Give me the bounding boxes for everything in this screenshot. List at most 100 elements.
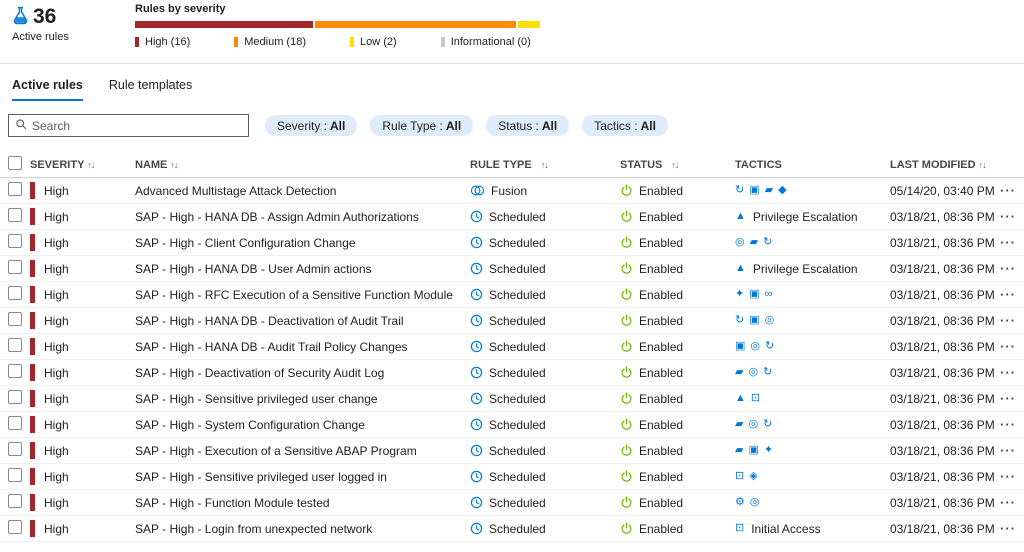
row-checkbox[interactable] (8, 286, 22, 300)
row-more-button[interactable]: ··· (1000, 183, 1016, 198)
rule-type-label: Scheduled (489, 496, 546, 510)
rule-name: SAP - High - Login from unexpected netwo… (135, 522, 470, 536)
row-checkbox[interactable] (8, 312, 22, 326)
column-header-status[interactable]: STATUS↑↓ (620, 159, 735, 171)
row-checkbox[interactable] (8, 416, 22, 430)
row-more-button[interactable]: ··· (1000, 287, 1016, 302)
camera-icon: ▣ (735, 341, 745, 352)
filter-tactics[interactable]: Tactics :All (582, 115, 668, 136)
legend-swatch (234, 37, 238, 47)
severity-indicator (30, 312, 35, 329)
select-all-checkbox[interactable] (8, 156, 22, 170)
column-header-name[interactable]: NAME↑↓ (135, 159, 470, 171)
row-checkbox[interactable] (8, 234, 22, 248)
eye-icon: ◎ (748, 419, 758, 430)
severity-segment-low-2 (518, 21, 540, 28)
row-checkbox[interactable] (8, 468, 22, 482)
column-header-tactics[interactable]: TACTICS (735, 159, 890, 171)
key-icon: ✦ (735, 289, 744, 300)
row-more-button[interactable]: ··· (1000, 339, 1016, 354)
severity-indicator (30, 416, 35, 433)
table-row[interactable]: HighSAP - High - Execution of a Sensitiv… (0, 438, 1024, 464)
column-label: STATUS (620, 159, 662, 171)
severity-indicator (30, 338, 35, 355)
row-more-button[interactable]: ··· (1000, 235, 1016, 250)
row-checkbox[interactable] (8, 364, 22, 378)
row-more-button[interactable]: ··· (1000, 313, 1016, 328)
severity-label: High (44, 522, 69, 536)
power-status-icon (620, 210, 633, 223)
legend-item-medium-18: Medium (18) (234, 36, 306, 48)
folder-icon: ▰ (735, 367, 743, 378)
filter-severity[interactable]: Severity :All (265, 115, 357, 136)
sort-icon: ↑↓ (87, 160, 94, 170)
column-header-rule-type[interactable]: RULE TYPE↑↓ (470, 159, 620, 171)
table-row[interactable]: HighSAP - High - HANA DB - Audit Trail P… (0, 334, 1024, 360)
row-more-button[interactable]: ··· (1000, 417, 1016, 432)
table-row[interactable]: HighAdvanced Multistage Attack Detection… (0, 178, 1024, 204)
column-header-last-modified[interactable]: LAST MODIFIED↑↓ (890, 159, 1000, 171)
severity-indicator (30, 468, 35, 485)
severity-label: High (44, 288, 69, 302)
scheduled-clock-icon (470, 470, 483, 483)
row-checkbox[interactable] (8, 442, 22, 456)
table-row[interactable]: HighSAP - High - Sensitive privileged us… (0, 464, 1024, 490)
severity-label: High (44, 314, 69, 328)
search-input[interactable] (32, 119, 242, 133)
search-box[interactable] (8, 114, 249, 137)
row-more-button[interactable]: ··· (1000, 209, 1016, 224)
power-status-icon (620, 262, 633, 275)
camera-icon: ▣ (748, 445, 758, 456)
analytics-rules-page: 36 Active rules Rules by severity High (… (0, 0, 1024, 542)
row-checkbox[interactable] (8, 260, 22, 274)
row-checkbox[interactable] (8, 182, 22, 196)
power-status-icon (620, 366, 633, 379)
scheduled-clock-icon (470, 288, 483, 301)
rule-type-label: Scheduled (489, 444, 546, 458)
rule-name: SAP - High - HANA DB - User Admin action… (135, 262, 470, 276)
legend-swatch (441, 37, 445, 47)
legend-label: Medium (18) (244, 36, 306, 48)
row-checkbox[interactable] (8, 208, 22, 222)
table-row[interactable]: HighSAP - High - HANA DB - Deactivation … (0, 308, 1024, 334)
tab-rule-templates[interactable]: Rule templates (109, 78, 192, 101)
row-more-button[interactable]: ··· (1000, 521, 1016, 536)
scheduled-clock-icon (470, 262, 483, 275)
severity-chart-title: Rules by severity (135, 3, 540, 15)
rule-name: SAP - High - HANA DB - Assign Admin Auth… (135, 210, 470, 224)
folder-icon: ▰ (765, 185, 773, 196)
filter-pills: Severity :All Rule Type :All Status :All Ta… (265, 115, 668, 136)
tab-active-rules[interactable]: Active rules (12, 78, 83, 101)
ribbon-icon: ◆ (778, 185, 786, 196)
row-more-button[interactable]: ··· (1000, 391, 1016, 406)
table-row[interactable]: HighSAP - High - System Configuration Ch… (0, 412, 1024, 438)
table-row[interactable]: HighSAP - High - Deactivation of Securit… (0, 360, 1024, 386)
eye-icon: ◎ (735, 237, 745, 248)
row-more-button[interactable]: ··· (1000, 443, 1016, 458)
row-more-button[interactable]: ··· (1000, 261, 1016, 276)
eye-icon: ◎ (750, 497, 760, 508)
legend-item-informational-0: Informational (0) (441, 36, 531, 48)
row-more-button[interactable]: ··· (1000, 495, 1016, 510)
row-checkbox[interactable] (8, 338, 22, 352)
row-checkbox[interactable] (8, 494, 22, 508)
power-status-icon (620, 340, 633, 353)
severity-indicator (30, 208, 35, 225)
filter-status[interactable]: Status :All (486, 115, 569, 136)
row-more-button[interactable]: ··· (1000, 365, 1016, 380)
table-row[interactable]: HighSAP - High - HANA DB - User Admin ac… (0, 256, 1024, 282)
table-row[interactable]: High SAP - High - Login from unexpected n… (0, 516, 1024, 542)
row-more-button[interactable]: ··· (1000, 469, 1016, 484)
filter-rule-type[interactable]: Rule Type :All (370, 115, 473, 136)
table-row[interactable]: HighSAP - High - Function Module testedS… (0, 490, 1024, 516)
table-row[interactable]: HighSAP - High - RFC Execution of a Sens… (0, 282, 1024, 308)
last-modified: 03/18/21, 08:36 PM (890, 444, 1000, 458)
row-checkbox[interactable] (8, 520, 22, 534)
row-checkbox[interactable] (8, 390, 22, 404)
search-icon (15, 118, 27, 133)
table-row[interactable]: HighSAP - High - HANA DB - Assign Admin … (0, 204, 1024, 230)
table-row[interactable]: HighSAP - High - Client Configuration Ch… (0, 230, 1024, 256)
table-row[interactable]: HighSAP - High - Sensitive privileged us… (0, 386, 1024, 412)
severity-label: High (44, 418, 69, 432)
column-header-severity[interactable]: SEVERITY↑↓ (30, 159, 135, 171)
